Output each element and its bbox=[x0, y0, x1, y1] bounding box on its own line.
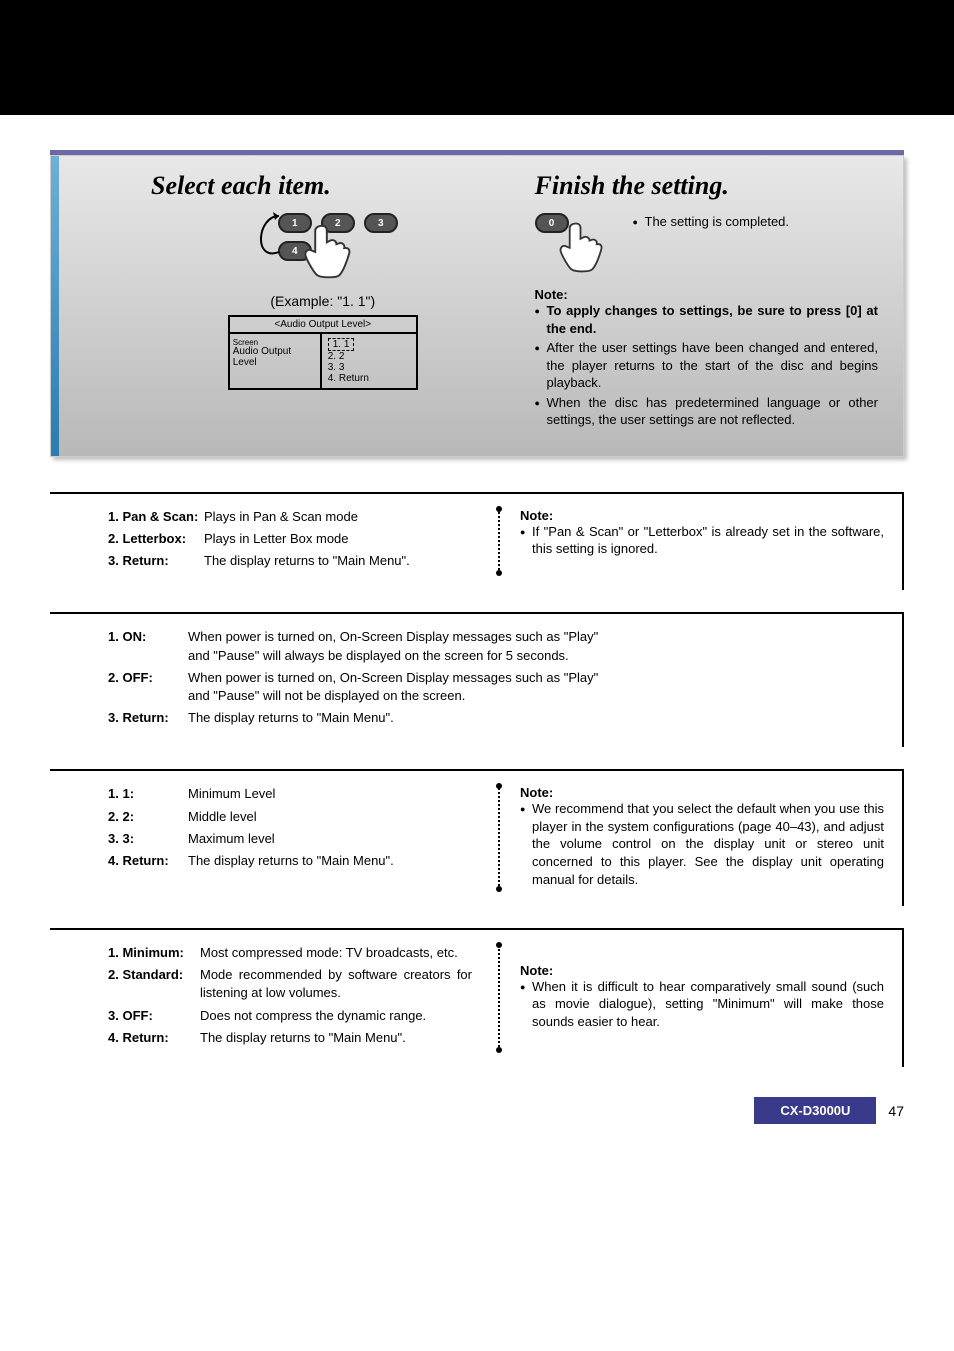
finish-complete-text: The setting is completed. bbox=[633, 213, 879, 231]
opt-key: 1. ON: bbox=[108, 628, 188, 664]
opt-desc: Plays in Pan & Scan mode bbox=[204, 508, 472, 526]
osd-option-2: 2. 2 bbox=[328, 351, 369, 362]
finish-note: Note: To apply changes to settings, be s… bbox=[535, 287, 879, 429]
page-number: 47 bbox=[888, 1103, 904, 1119]
button-graphic-right: 0 bbox=[535, 213, 615, 273]
opt-desc: The display returns to "Main Menu". bbox=[188, 852, 472, 870]
keypad-button-3[interactable]: 3 bbox=[364, 213, 398, 233]
note-bullet: If "Pan & Scan" or "Letterbox" is alread… bbox=[520, 523, 884, 558]
opt-key: 4. Return: bbox=[108, 852, 188, 870]
section-dynamic-range: 1. Minimum:Most compressed mode: TV broa… bbox=[50, 928, 904, 1067]
osd-box: <Audio Output Level> Screen Audio Output… bbox=[228, 315, 418, 390]
finish-bullet-1: After the user settings have been change… bbox=[535, 339, 879, 392]
osd-title: <Audio Output Level> bbox=[230, 317, 416, 334]
opt-key: 3. 3: bbox=[108, 830, 188, 848]
opt-key: 2. OFF: bbox=[108, 669, 188, 705]
finish-bullet-2: When the disc has predetermined language… bbox=[535, 394, 879, 429]
opt-key: 2. 2: bbox=[108, 808, 188, 826]
note-label: Note: bbox=[520, 785, 884, 800]
hand-pointer-icon bbox=[293, 221, 351, 279]
opt-key: 3. Return: bbox=[108, 709, 188, 727]
section-audio-level: 1. 1:Minimum Level 2. 2:Middle level 3. … bbox=[50, 769, 904, 906]
osd-option-1: 1. 1 bbox=[328, 338, 355, 351]
note-label: Note: bbox=[520, 963, 884, 978]
finish-column: Finish the setting. 0 The setting is com… bbox=[535, 171, 879, 431]
example-text: (Example: "1. 1") bbox=[151, 293, 495, 309]
opt-desc: Mode recommended by software creators fo… bbox=[200, 966, 472, 1002]
note-bullet: We recommend that you select the default… bbox=[520, 800, 884, 888]
note-bullet: When it is difficult to hear comparative… bbox=[520, 978, 884, 1031]
loop-arrow-icon bbox=[249, 210, 283, 270]
opt-desc: The display returns to "Main Menu". bbox=[200, 1029, 472, 1047]
opt-key: 3. Return: bbox=[108, 552, 204, 570]
osd-option-3: 3. 3 bbox=[328, 362, 369, 373]
opt-desc: Maximum level bbox=[188, 830, 472, 848]
opt-desc: The display returns to "Main Menu". bbox=[188, 709, 618, 727]
opt-desc: When power is turned on, On-Screen Displ… bbox=[188, 628, 618, 664]
opt-desc: Most compressed mode: TV broadcasts, etc… bbox=[200, 944, 472, 962]
select-column: Select each item. 1 2 3 4 (Example: "1. … bbox=[151, 171, 495, 431]
opt-key: 1. 1: bbox=[108, 785, 188, 803]
opt-desc: Does not compress the dynamic range. bbox=[200, 1007, 472, 1025]
opt-key: 2. Letterbox: bbox=[108, 530, 204, 548]
header-bar bbox=[0, 0, 954, 115]
upper-panel: Select each item. 1 2 3 4 (Example: "1. … bbox=[50, 155, 904, 457]
opt-desc: Middle level bbox=[188, 808, 472, 826]
section-osd-onoff: 1. ON:When power is turned on, On-Screen… bbox=[50, 612, 904, 747]
opt-key: 1. Minimum: bbox=[108, 944, 200, 962]
button-graphic-left: 1 2 3 4 bbox=[223, 213, 423, 283]
osd-option-4: 4. Return bbox=[328, 373, 369, 384]
finish-title: Finish the setting. bbox=[535, 171, 879, 201]
opt-key: 4. Return: bbox=[108, 1029, 200, 1047]
opt-key: 2. Standard: bbox=[108, 966, 200, 1002]
osd-left-item-0: Screen bbox=[233, 338, 317, 346]
note-label: Note: bbox=[520, 508, 884, 523]
section-pan-scan: 1. Pan & Scan:Plays in Pan & Scan mode 2… bbox=[50, 492, 904, 591]
select-title: Select each item. bbox=[151, 171, 495, 201]
opt-key: 1. Pan & Scan: bbox=[108, 508, 204, 526]
note-label: Note: bbox=[535, 287, 879, 302]
opt-desc: Plays in Letter Box mode bbox=[204, 530, 472, 548]
hand-pointer-icon bbox=[549, 219, 603, 273]
opt-key: 3. OFF: bbox=[108, 1007, 200, 1025]
opt-desc: Minimum Level bbox=[188, 785, 472, 803]
model-label: CX-D3000U bbox=[754, 1097, 876, 1124]
osd-left-item-1: Audio Output Level bbox=[233, 346, 317, 368]
footer: CX-D3000U 47 bbox=[50, 1097, 904, 1124]
opt-desc: When power is turned on, On-Screen Displ… bbox=[188, 669, 618, 705]
finish-bullet-0: To apply changes to settings, be sure to… bbox=[535, 302, 879, 337]
opt-desc: The display returns to "Main Menu". bbox=[204, 552, 472, 570]
